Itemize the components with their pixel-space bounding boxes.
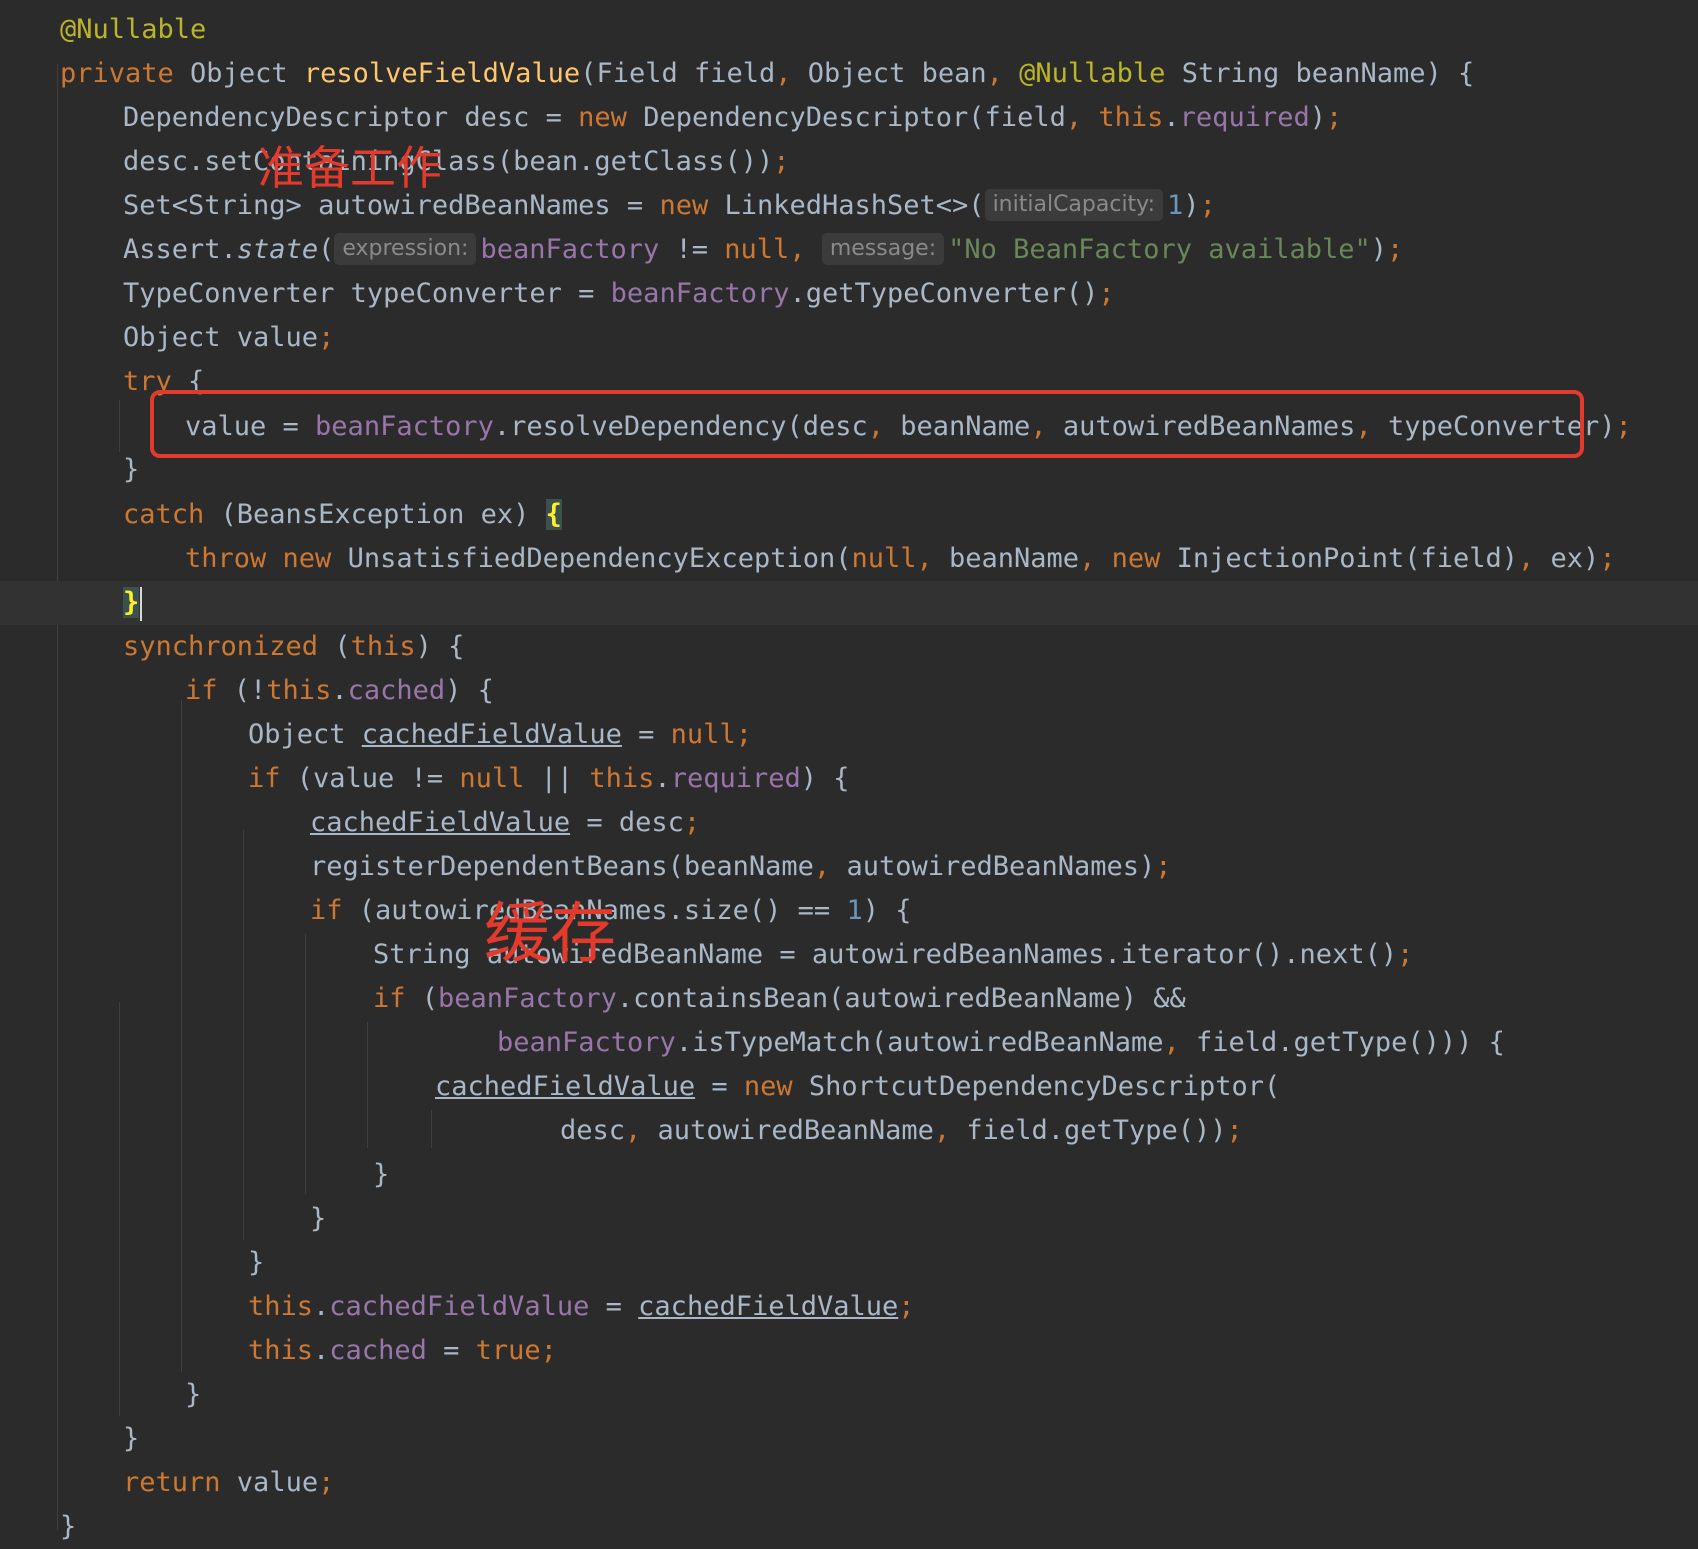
code-line[interactable]: this.cached = true;: [0, 1329, 1698, 1373]
code-line[interactable]: registerDependentBeans(beanName, autowir…: [0, 845, 1698, 889]
code-line[interactable]: catch (BeansException ex) {: [0, 493, 1698, 537]
code-line[interactable]: if (value != null || this.required) {: [0, 757, 1698, 801]
code-line[interactable]: if (autowiredBeanNames.size() == 1) {: [0, 889, 1698, 933]
text-caret: [140, 586, 143, 621]
code-line[interactable]: if (!this.cached) {: [0, 669, 1698, 713]
annotation-prepare-label: 准备工作: [258, 141, 442, 195]
code-line[interactable]: }: [0, 1505, 1698, 1549]
code-line[interactable]: synchronized (this) {: [0, 625, 1698, 669]
code-line[interactable]: TypeConverter typeConverter = beanFactor…: [0, 272, 1698, 316]
code-line[interactable]: desc.setContainingClass(bean.getClass())…: [0, 140, 1698, 184]
code-line-current[interactable]: }: [0, 581, 1698, 625]
code-line[interactable]: Assert.state(expression: beanFactory != n…: [0, 228, 1698, 272]
code-line[interactable]: }: [0, 1241, 1698, 1285]
code-line[interactable]: this.cachedFieldValue = cachedFieldValue…: [0, 1285, 1698, 1329]
code-line[interactable]: beanFactory.isTypeMatch(autowiredBeanNam…: [0, 1021, 1698, 1065]
parameter-hint: expression:: [334, 232, 477, 265]
code-line[interactable]: @Nullable: [0, 8, 1698, 52]
highlight-box: [150, 390, 1584, 458]
parameter-hint: message:: [821, 232, 945, 265]
code-line[interactable]: }: [0, 1417, 1698, 1461]
code-line[interactable]: Object cachedFieldValue = null;: [0, 713, 1698, 757]
annotation-cache-label: 缓存: [484, 895, 616, 972]
parameter-hint: initialCapacity:: [984, 188, 1164, 221]
code-line[interactable]: }: [0, 1373, 1698, 1417]
code-line[interactable]: }: [0, 1153, 1698, 1197]
code-line[interactable]: cachedFieldValue = new ShortcutDependenc…: [0, 1065, 1698, 1109]
code-line[interactable]: private Object resolveFieldValue(Field f…: [0, 52, 1698, 96]
code-line[interactable]: if (beanFactory.containsBean(autowiredBe…: [0, 977, 1698, 1021]
code-line[interactable]: }: [0, 1197, 1698, 1241]
code-line[interactable]: DependencyDescriptor desc = new Dependen…: [0, 96, 1698, 140]
code-line[interactable]: Object value;: [0, 316, 1698, 360]
code-line[interactable]: cachedFieldValue = desc;: [0, 801, 1698, 845]
code-line[interactable]: desc, autowiredBeanName, field.getType()…: [0, 1109, 1698, 1153]
code-line[interactable]: Set<String> autowiredBeanNames = new Lin…: [0, 184, 1698, 228]
code-line[interactable]: String autowiredBeanName = autowiredBean…: [0, 933, 1698, 977]
code-line[interactable]: return value;: [0, 1461, 1698, 1505]
code-editor[interactable]: @Nullable private Object resolveFieldVal…: [0, 0, 1698, 1542]
string-literal: "No BeanFactory available": [948, 234, 1371, 265]
code-line[interactable]: throw new UnsatisfiedDependencyException…: [0, 537, 1698, 581]
